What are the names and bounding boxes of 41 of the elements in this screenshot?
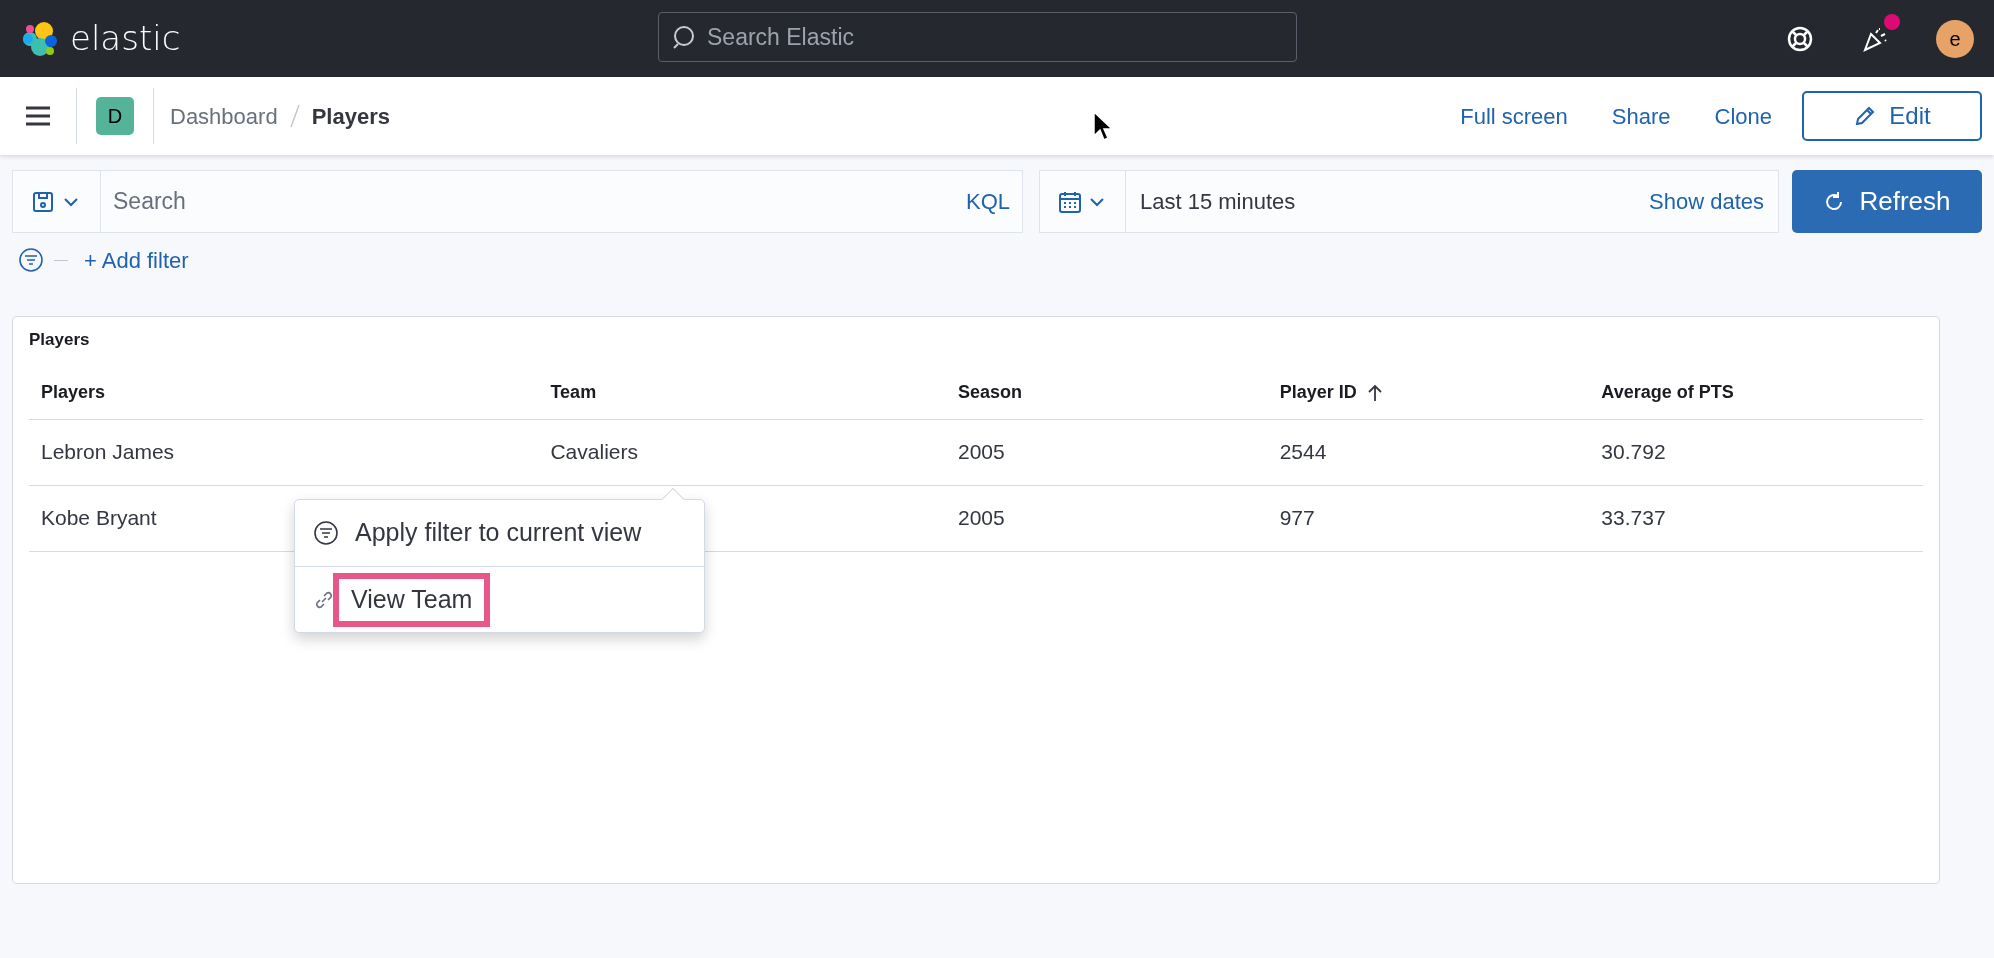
query-language-button[interactable]: KQL <box>965 185 1022 218</box>
header-link[interactable]: Full screen <box>1460 99 1568 133</box>
table-cell: Lebron James <box>41 440 175 464</box>
sort-ascending-icon[interactable] <box>1366 383 1383 402</box>
column-header[interactable]: Average of PTS <box>1601 379 1734 406</box>
search-field[interactable]: Search Elastic <box>658 12 1297 62</box>
menu-item[interactable]: View Team <box>333 572 491 627</box>
breadcrumb[interactable]: Dashboard <box>170 99 278 133</box>
column-header[interactable]: Season <box>958 379 1023 406</box>
column-header[interactable]: Team <box>550 379 597 406</box>
table-cell: 2005 <box>958 440 1005 464</box>
show-dates-link[interactable]: Show dates <box>1649 185 1778 218</box>
header-link[interactable]: Share <box>1611 99 1671 133</box>
breadcrumb[interactable]: Players <box>311 99 390 133</box>
menu-item[interactable]: Apply filter to current view <box>337 506 660 560</box>
table-cell: 33.737 <box>1601 506 1666 530</box>
time-range[interactable]: Last 15 minutes <box>1126 185 1650 218</box>
column-header[interactable]: Player ID <box>1279 379 1383 406</box>
filter-icon[interactable] <box>18 247 44 273</box>
refresh-button[interactable]: Refresh <box>1792 170 1982 233</box>
column-header[interactable]: Players <box>41 379 106 406</box>
logo-text: elastic <box>70 17 181 60</box>
search-input[interactable]: Search Elastic <box>707 19 1284 55</box>
breadcrumb-separator-icon <box>289 103 300 129</box>
edit-button[interactable]: Edit <box>1802 91 1982 141</box>
search-icon <box>671 24 697 50</box>
panel-title: Players <box>29 329 91 351</box>
table-cell: 977 <box>1279 506 1315 530</box>
help-lifebuoy-icon[interactable] <box>1786 24 1814 53</box>
header-link[interactable]: Clone <box>1714 99 1772 133</box>
table-cell: Kobe Bryant <box>41 506 157 530</box>
user-avatar[interactable]: e <box>1936 19 1974 58</box>
filter-icon <box>313 520 339 546</box>
add-filter-link[interactable]: + Add filter <box>84 243 189 277</box>
table-cell: 30.792 <box>1601 440 1666 464</box>
table-cell: Cavaliers <box>550 440 638 464</box>
table-cell: 2005 <box>958 506 1005 530</box>
space-avatar[interactable]: D <box>96 97 134 135</box>
query-search-field[interactable]: Search <box>101 184 966 219</box>
table-cell: 2544 <box>1279 440 1327 464</box>
query-bar[interactable]: Search KQL <box>12 170 1023 233</box>
